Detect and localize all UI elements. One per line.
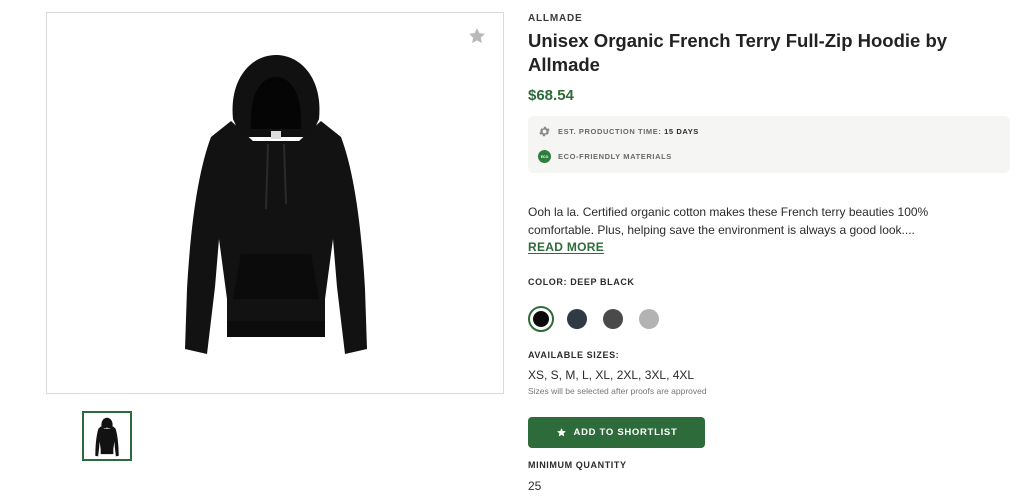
- read-more-link[interactable]: READ MORE: [528, 240, 604, 254]
- color-swatch-grey[interactable]: [639, 309, 659, 329]
- add-to-shortlist-button[interactable]: ADD TO SHORTLIST: [528, 417, 705, 448]
- color-label: COLOR: DEEP BLACK: [528, 277, 635, 287]
- favorite-star-icon[interactable]: [467, 26, 487, 46]
- product-price: $68.54: [528, 87, 574, 104]
- gear-icon: [539, 126, 550, 137]
- product-brand: ALLMADE: [528, 13, 583, 24]
- add-to-shortlist-label: ADD TO SHORTLIST: [573, 427, 678, 438]
- product-main-image: [46, 12, 504, 394]
- product-attributes: EST. PRODUCTION TIME: 15 DAYS ECO ECO-FR…: [528, 116, 1010, 173]
- product-description: Ooh la la. Certified organic cotton make…: [528, 205, 929, 237]
- production-time-text: EST. PRODUCTION TIME: 15 DAYS: [558, 127, 699, 136]
- production-time-row: EST. PRODUCTION TIME: 15 DAYS: [538, 125, 699, 138]
- color-swatch-navy[interactable]: [567, 309, 587, 329]
- hoodie-image: [185, 55, 367, 354]
- star-icon: [556, 428, 566, 437]
- hoodie-thumbnail-image: [95, 417, 119, 457]
- color-swatches: [528, 306, 668, 332]
- eco-friendly-row: ECO ECO-FRIENDLY MATERIALS: [538, 150, 672, 163]
- production-time-value: 15 DAYS: [664, 127, 699, 136]
- minimum-quantity-value: 25: [528, 479, 542, 493]
- minimum-quantity-label: MINIMUM QUANTITY: [528, 460, 627, 470]
- sizes-label: AVAILABLE SIZES:: [528, 350, 620, 360]
- thumbnail-hoodie[interactable]: [82, 411, 132, 461]
- sizes-note: Sizes will be selected after proofs are …: [528, 386, 707, 396]
- eco-badge-icon: ECO: [538, 150, 551, 163]
- product-title: Unisex Organic French Terry Full-Zip Hoo…: [528, 30, 948, 75]
- color-swatch-deep-black[interactable]: [528, 306, 554, 332]
- eco-friendly-text: ECO-FRIENDLY MATERIALS: [558, 152, 672, 161]
- sizes-list: XS, S, M, L, XL, 2XL, 3XL, 4XL: [528, 368, 695, 382]
- color-swatch-charcoal[interactable]: [603, 309, 623, 329]
